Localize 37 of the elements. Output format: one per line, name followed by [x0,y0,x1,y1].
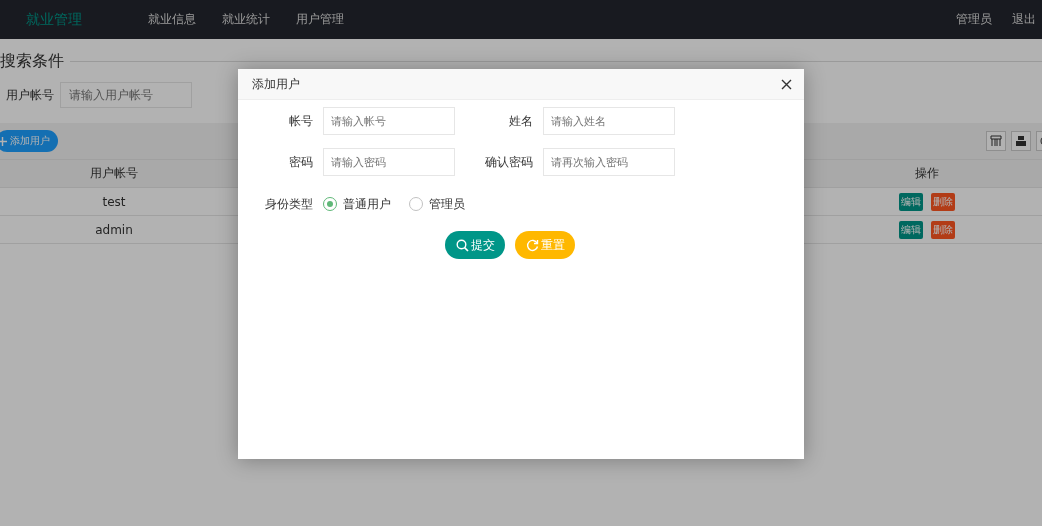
column-header: 操作 [914,165,940,182]
row-action-button[interactable]: 删除 [931,220,955,239]
nav-link[interactable]: 就业统计 [222,11,270,28]
brand-title[interactable]: 就业管理 [26,10,144,29]
columns-icon[interactable] [986,131,1006,151]
input-field[interactable]: 请输入姓名 [543,107,675,135]
input-field[interactable]: 请再次输入密码 [543,148,675,176]
field-label: 身份类型 [264,195,313,213]
row-action-button[interactable]: 编辑 [899,192,923,211]
section-title: 搜索条件 [0,50,64,72]
dialog-title: 添加用户 [252,75,300,93]
radio-label[interactable]: 普通用户 [343,195,391,213]
logout-link[interactable]: 退出 [1012,11,1036,28]
form-button[interactable]: 提交 [445,231,505,259]
radio-label[interactable]: 管理员 [429,195,465,213]
field-label: 确认密码 [484,153,533,171]
search-icon [455,238,469,252]
plus-icon [0,136,7,146]
field-label: 姓名 [508,112,533,130]
field-label: 密码 [288,153,313,171]
user-menu[interactable]: 管理员 [956,11,992,28]
row-action-button[interactable]: 编辑 [899,220,923,239]
refresh-icon [525,238,539,252]
input-field[interactable]: 请输入帐号 [323,107,455,135]
field-label: 用户帐号 [6,86,54,104]
table-cell-text: admin [94,222,134,237]
add-user-button[interactable]: 添加用户 [0,130,58,152]
close-icon[interactable] [781,78,792,90]
field-label: 帐号 [288,112,313,130]
input-field[interactable]: 请输入密码 [323,148,455,176]
table-cell-text: test [101,194,127,209]
search-field[interactable]: 请输入用户帐号 [60,82,192,108]
row-action-button[interactable]: 删除 [931,192,955,211]
nav-link[interactable]: 用户管理 [296,11,344,28]
print-icon[interactable] [1011,131,1031,151]
nav-link[interactable]: 就业信息 [148,11,196,28]
column-header: 用户帐号 [89,165,139,182]
